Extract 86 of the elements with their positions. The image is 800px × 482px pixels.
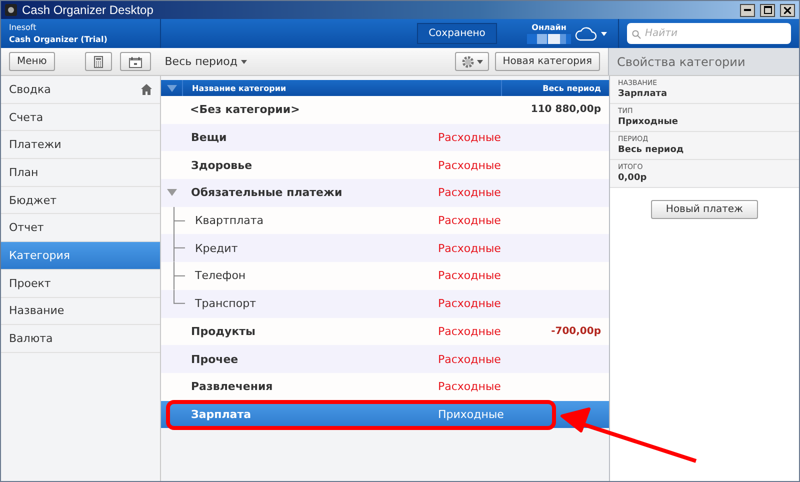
category-type: Расходные <box>438 297 502 310</box>
sidebar-item[interactable]: Название <box>1 298 160 326</box>
collapse-all-icon[interactable] <box>166 84 176 92</box>
expand-icon[interactable] <box>167 189 177 196</box>
category-type: Расходные <box>438 158 502 172</box>
category-type: Приходные <box>438 408 505 421</box>
property-value: 0,00р <box>618 173 648 183</box>
table-row[interactable]: Здоровье Расходные <box>161 151 609 180</box>
table-row[interactable]: Квартплата Расходные <box>161 206 609 234</box>
new-payment-button[interactable]: Новый платеж <box>651 200 758 219</box>
table-row[interactable]: Обязательные платежи Расходные <box>161 179 609 207</box>
maximize-icon <box>764 6 772 14</box>
caret-icon <box>601 32 607 36</box>
category-type: Расходные <box>438 380 502 394</box>
window-title: Cash Organizer Desktop <box>22 3 154 17</box>
category-name: Обязательные платежи <box>190 186 344 200</box>
category-type: Расходные <box>438 242 502 255</box>
table-row[interactable]: Развлечения Расходные <box>161 372 609 401</box>
product-name: Cash Organizer (Trial) <box>9 35 108 44</box>
property-value: Весь период <box>618 145 685 155</box>
category-name: Прочее <box>190 352 240 366</box>
new-category-button[interactable]: Новая категория <box>494 52 600 71</box>
sidebar-item[interactable]: Сводка <box>1 76 160 104</box>
column-header: Название категории <box>191 84 288 92</box>
app-icon <box>5 4 17 16</box>
category-type: Расходные <box>438 352 502 366</box>
category-name: <Без категории> <box>189 103 301 116</box>
table-row[interactable]: Транспорт Расходные <box>161 290 609 318</box>
calculator-icon <box>94 56 103 68</box>
calendar-icon <box>128 56 142 68</box>
tree-line <box>173 206 185 234</box>
category-name: Развлечения <box>190 380 274 394</box>
category-name: Кредит <box>195 242 239 255</box>
sidebar-item[interactable]: Платежи <box>1 131 160 160</box>
sidebar-item[interactable]: Проект <box>1 270 160 298</box>
tree-line <box>173 234 185 262</box>
sidebar-item[interactable]: Валюта <box>1 325 160 353</box>
category-type: Расходные <box>438 214 502 228</box>
save-status: Сохранено <box>417 23 497 44</box>
table-row[interactable]: Телефон Расходные <box>161 262 609 290</box>
category-type: Расходные <box>438 186 502 200</box>
search-field[interactable]: Найти <box>627 23 791 44</box>
category-type: Расходные <box>438 269 502 282</box>
menu-button[interactable]: Меню <box>9 52 55 71</box>
settings-icon <box>460 54 475 68</box>
caret-icon <box>240 60 247 64</box>
search-icon <box>632 30 641 39</box>
calendar-button[interactable] <box>120 52 151 71</box>
company-name: Inesoft <box>9 23 38 32</box>
calculator-button[interactable] <box>84 52 112 71</box>
maximize-button[interactable] <box>760 4 775 16</box>
table-row[interactable]: Зарплата Приходные <box>161 400 609 428</box>
table-row[interactable]: Вещи Расходные <box>161 124 609 152</box>
property-value: Зарплата <box>618 89 668 99</box>
table-row[interactable]: Прочее Расходные <box>161 345 609 373</box>
sidebar-item[interactable]: План <box>1 159 160 187</box>
category-type: Расходные <box>438 131 502 144</box>
category-name: Транспорт <box>195 297 257 310</box>
period-dropdown[interactable]: Весь период <box>164 55 247 68</box>
category-name: Вещи <box>190 131 228 144</box>
category-type: Расходные <box>438 324 502 338</box>
caret-icon <box>476 60 483 64</box>
amount: -700,00р <box>550 326 602 337</box>
table-row[interactable]: Кредит Расходные <box>161 234 609 262</box>
category-name: Здоровье <box>190 158 254 172</box>
table-row[interactable]: <Без категории> 110 880,00р <box>161 96 609 124</box>
sync-label: Онлайн <box>532 23 566 32</box>
settings-button[interactable] <box>454 52 489 71</box>
category-name: Квартплата <box>195 214 265 228</box>
category-name: Телефон <box>195 269 247 282</box>
property-value: Приходные <box>618 117 679 127</box>
category-name: Зарплата <box>190 408 252 421</box>
minimize-icon <box>744 9 751 11</box>
sync-indicator <box>527 34 571 44</box>
close-icon <box>784 6 791 14</box>
cloud-icon[interactable] <box>575 26 597 40</box>
table-row[interactable]: Продукты Расходные -700,00р <box>161 318 609 346</box>
minimize-button[interactable] <box>740 4 755 16</box>
sidebar-item[interactable]: Счета <box>1 104 160 132</box>
home-icon <box>141 84 152 95</box>
amount: 110 880,00р <box>530 104 602 116</box>
category-name: Продукты <box>190 324 256 338</box>
properties-title: Свойства категории <box>608 48 799 75</box>
sidebar-item[interactable]: Бюджет <box>1 186 160 214</box>
sidebar-item[interactable]: Категория <box>1 242 160 270</box>
close-button[interactable] <box>780 4 795 16</box>
